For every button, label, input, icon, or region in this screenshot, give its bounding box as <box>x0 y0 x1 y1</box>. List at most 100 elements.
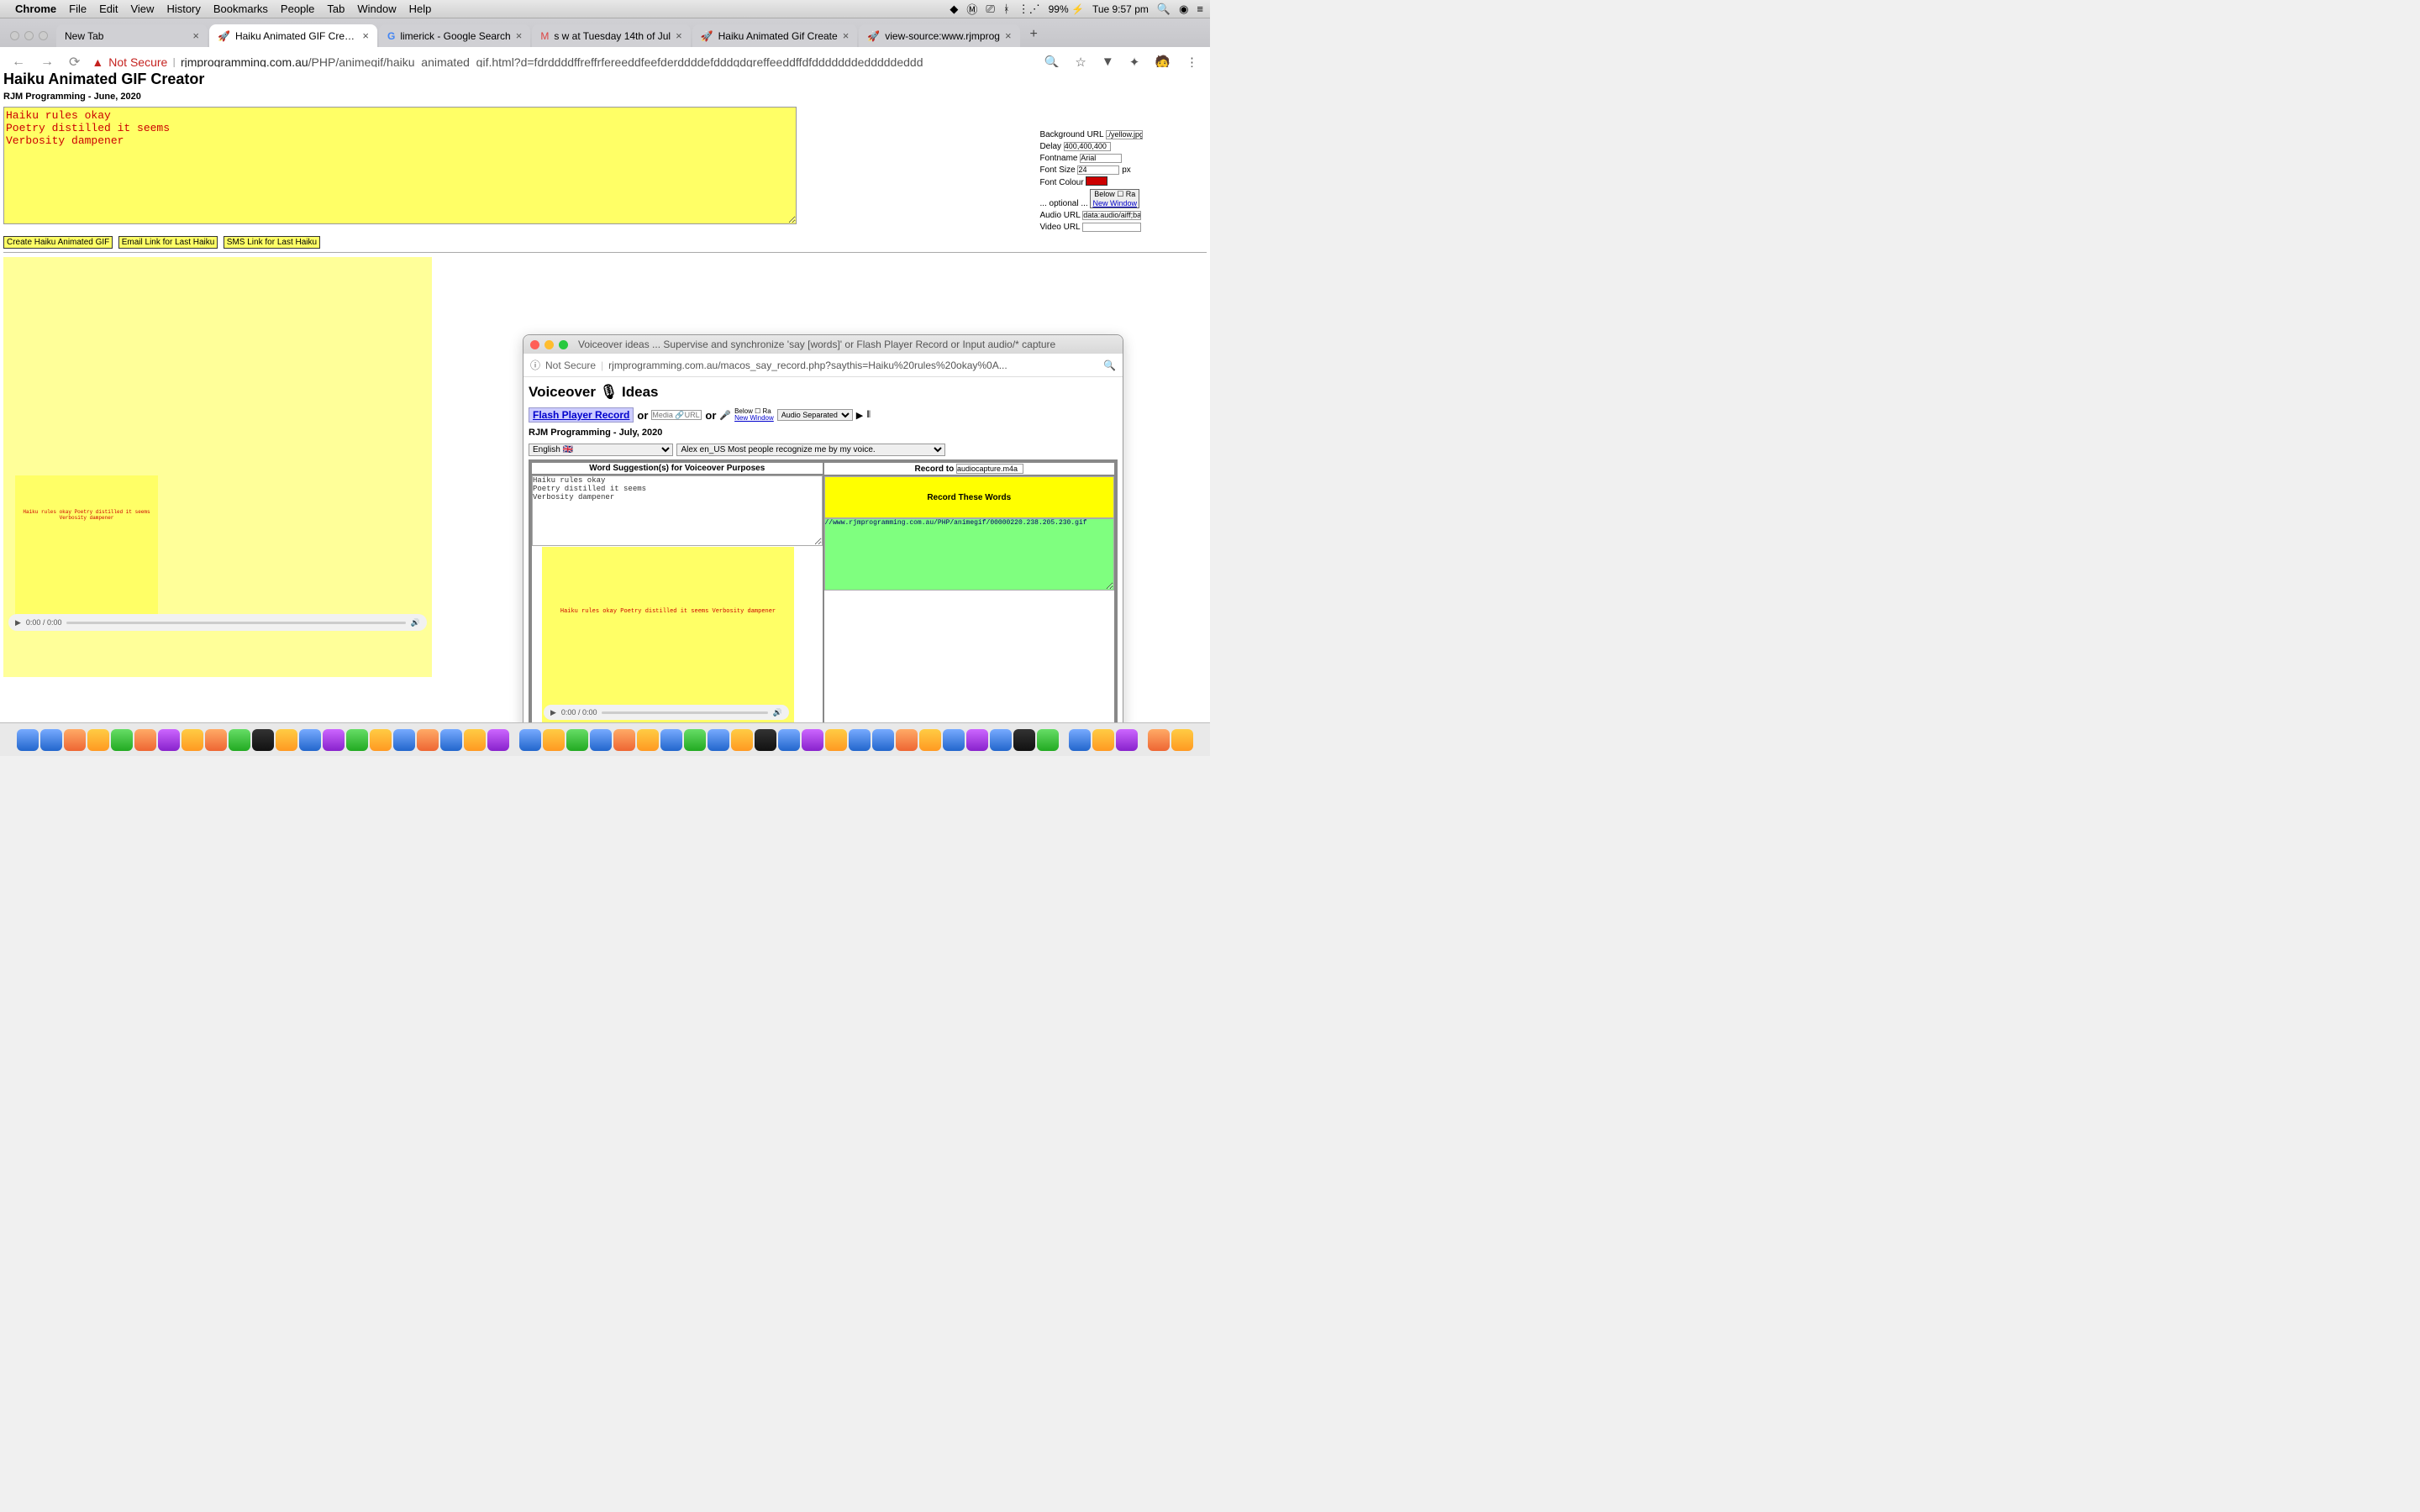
dock-app[interactable] <box>1092 729 1114 751</box>
play-icon[interactable]: ▶ <box>15 618 21 627</box>
dock-app[interactable] <box>346 729 368 751</box>
tab-close-icon[interactable]: × <box>192 29 199 42</box>
dock-app[interactable] <box>896 729 918 751</box>
dock-app[interactable] <box>731 729 753 751</box>
app-menu[interactable]: Chrome <box>15 3 56 15</box>
popup-minimize[interactable] <box>544 340 554 349</box>
menu-tab[interactable]: Tab <box>327 3 345 15</box>
tab-close-icon[interactable]: × <box>843 29 850 42</box>
siri-icon[interactable]: ◉ <box>1179 3 1188 16</box>
fontname-input[interactable] <box>1080 154 1122 163</box>
record-filename-input[interactable] <box>956 464 1023 474</box>
status-display-icon[interactable]: ⎚ <box>986 3 994 16</box>
dock-app[interactable] <box>1037 729 1059 751</box>
output-textarea[interactable] <box>824 518 1115 591</box>
dock-app[interactable] <box>543 729 565 751</box>
menu-edit[interactable]: Edit <box>99 3 118 15</box>
menu-history[interactable]: History <box>166 3 200 15</box>
clock[interactable]: Tue 9:57 pm <box>1092 3 1149 15</box>
menu-view[interactable]: View <box>130 3 154 15</box>
dock-app[interactable] <box>299 729 321 751</box>
dock-app[interactable] <box>872 729 894 751</box>
info-icon[interactable]: ⓘ <box>530 358 540 372</box>
dock-app[interactable] <box>417 729 439 751</box>
volume-icon[interactable]: 🔊 <box>773 708 782 717</box>
window-minimize[interactable] <box>24 31 34 40</box>
media-url-input[interactable] <box>651 410 702 420</box>
menu-people[interactable]: People <box>281 3 314 15</box>
fontsize-input[interactable] <box>1077 165 1119 175</box>
popup-audio-player[interactable]: ▶ 0:00 / 0:00 🔊 <box>544 705 789 720</box>
dock-xd[interactable] <box>919 729 941 751</box>
dock-messages[interactable] <box>276 729 297 751</box>
dock-app[interactable] <box>487 729 509 751</box>
tab-0[interactable]: New Tab × <box>56 24 208 47</box>
dock-app[interactable] <box>252 729 274 751</box>
dock-app[interactable] <box>943 729 965 751</box>
menu-bookmarks[interactable]: Bookmarks <box>213 3 268 15</box>
dock-trash[interactable] <box>1171 729 1193 751</box>
dock-app[interactable] <box>802 729 823 751</box>
tab-close-icon[interactable]: × <box>1005 29 1012 42</box>
tab-2[interactable]: G limerick - Google Search × <box>379 24 530 47</box>
dock-app[interactable] <box>755 729 776 751</box>
popup-below-newwin[interactable]: Below ☐ RaNew Window <box>734 408 774 422</box>
search-icon[interactable]: 🔍 <box>1103 360 1116 371</box>
dock-safari[interactable] <box>87 729 109 751</box>
dock-launchpad[interactable] <box>64 729 86 751</box>
dock-app[interactable] <box>825 729 847 751</box>
optional-button[interactable]: Below ☐ RaNew Window <box>1090 189 1139 208</box>
wifi-icon[interactable]: ⋮⋰ <box>1018 3 1040 16</box>
popup-close[interactable] <box>530 340 539 349</box>
dock-app[interactable] <box>229 729 250 751</box>
dock-app[interactable] <box>1013 729 1035 751</box>
delay-input[interactable] <box>1064 142 1111 151</box>
dock-firefox[interactable] <box>566 729 588 751</box>
popup-audio-track[interactable] <box>602 711 767 714</box>
flash-record-button[interactable]: Flash Player Record <box>529 407 634 423</box>
dock-app[interactable] <box>111 729 133 751</box>
haiku-textarea[interactable] <box>3 107 797 224</box>
bg-url-input[interactable] <box>1106 130 1143 139</box>
record-words-button[interactable]: Record These Words <box>824 476 1115 518</box>
dock-app[interactable] <box>323 729 345 751</box>
dock-app[interactable] <box>370 729 392 751</box>
tab-close-icon[interactable]: × <box>676 29 682 42</box>
spotlight-icon[interactable]: 🔍 <box>1157 3 1171 16</box>
menu-help[interactable]: Help <box>409 3 432 15</box>
tab-close-icon[interactable]: × <box>362 29 369 42</box>
mic-icon[interactable]: 🎤 <box>719 410 731 421</box>
dock-app[interactable] <box>1116 729 1138 751</box>
play-icon[interactable]: ▶ <box>856 410 863 421</box>
dock-filezilla[interactable] <box>990 729 1012 751</box>
audio-track[interactable] <box>66 622 405 624</box>
menu-window[interactable]: Window <box>357 3 396 15</box>
dock-app[interactable] <box>849 729 871 751</box>
tab-5[interactable]: 🚀 view-source:www.rjmprog × <box>859 24 1019 47</box>
words-textarea[interactable] <box>532 475 823 546</box>
dock-app[interactable] <box>519 729 541 751</box>
dock-app[interactable] <box>182 729 203 751</box>
extra-control-icon[interactable]: ⦀ <box>866 410 871 421</box>
popup-maximize[interactable] <box>559 340 568 349</box>
tab-1[interactable]: 🚀 Haiku Animated GIF Create × <box>209 24 377 47</box>
audio-separated-select[interactable]: Audio Separated <box>777 409 853 421</box>
popup-url[interactable]: rjmprogramming.com.au/macos_say_record.p… <box>608 360 1098 371</box>
email-link-button[interactable]: Email Link for Last Haiku <box>118 236 218 249</box>
window-close[interactable] <box>10 31 19 40</box>
dock-chrome[interactable] <box>590 729 612 751</box>
tab-4[interactable]: 🚀 Haiku Animated Gif Create × <box>692 24 858 47</box>
dock-calendar[interactable] <box>158 729 180 751</box>
menu-extras-icon[interactable]: ≡ <box>1197 3 1203 15</box>
dock-appstore[interactable] <box>464 729 486 751</box>
dock-app[interactable] <box>134 729 156 751</box>
dock-app[interactable] <box>1069 729 1091 751</box>
dock-folder[interactable] <box>1148 729 1170 751</box>
voice-select[interactable]: Alex en_US Most people recognize me by m… <box>676 444 945 456</box>
battery-status[interactable]: 99% ⚡ <box>1049 3 1084 15</box>
bluetooth-icon[interactable]: ᚼ <box>1003 3 1010 15</box>
create-gif-button[interactable]: Create Haiku Animated GIF <box>3 236 113 249</box>
video-url-input[interactable] <box>1082 223 1141 232</box>
sms-link-button[interactable]: SMS Link for Last Haiku <box>224 236 320 249</box>
audio-url-input[interactable] <box>1082 211 1141 220</box>
